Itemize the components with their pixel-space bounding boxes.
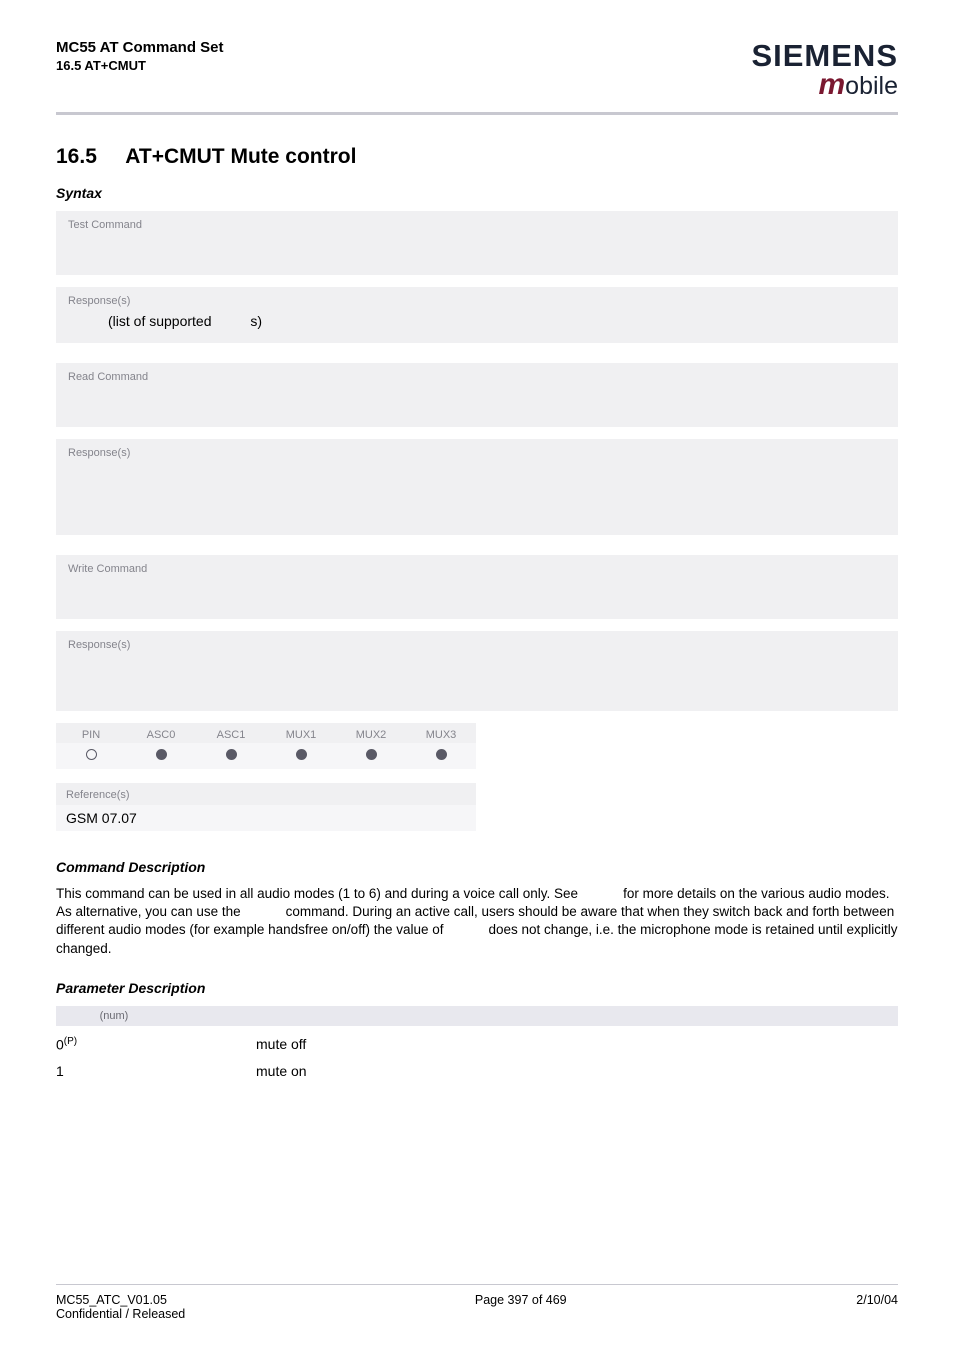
write-command-label: Write Command [68,563,886,575]
pin-header-row: PIN ASC0 ASC1 MUX1 MUX2 MUX3 [56,723,476,743]
footer-confidential: Confidential / Released [56,1307,185,1321]
doc-title: MC55 AT Command Set [56,38,224,58]
pin-val-mux1 [266,743,336,769]
header-left: MC55 AT Command Set 16.5 AT+CMUT [56,38,224,74]
pin-data-row [56,743,476,769]
pin-col-asc0: ASC0 [126,723,196,743]
pin-val-mux2 [336,743,406,769]
reference-box: Reference(s) GSM 07.07 [56,783,476,831]
pin-val-asc1 [196,743,266,769]
test-command-block: Test Command [56,211,898,275]
syntax-heading: Syntax [56,185,898,201]
param-type-box: (num) [56,1006,898,1026]
doc-subtitle: 16.5 AT+CMUT [56,58,224,75]
param-key-1: 1 [56,1063,256,1079]
write-command-block: Write Command [56,555,898,619]
read-response-block: Response(s) [56,439,898,535]
section-number: 16.5 [56,145,97,168]
command-description-text: This command can be used in all audio mo… [56,885,898,958]
section-heading: 16.5 AT+CMUT Mute control [56,145,898,169]
footer-doc-id: MC55_ATC_V01.05 [56,1293,185,1307]
pin-col-asc1: ASC1 [196,723,266,743]
pin-col-mux2: MUX2 [336,723,406,743]
filled-circle-icon [296,749,307,760]
page-footer: MC55_ATC_V01.05 Confidential / Released … [56,1284,898,1321]
footer-left: MC55_ATC_V01.05 Confidential / Released [56,1293,185,1321]
footer-date: 2/10/04 [856,1293,898,1321]
header-rule [56,112,898,115]
test-response-block: Response(s) (list of supported s) [56,287,898,343]
section-title-text: AT+CMUT Mute control [125,145,356,168]
filled-circle-icon [226,749,237,760]
test-response-body: (list of supported s) [68,313,886,329]
open-circle-icon [86,749,97,760]
filled-circle-icon [366,749,377,760]
brand-logo: SIEMENS mobile [751,38,898,102]
param-num: (num) [100,1010,129,1022]
param-row-0: 0(P) mute off [56,1036,898,1053]
pin-val-pin [56,743,126,769]
filled-circle-icon [156,749,167,760]
read-command-label: Read Command [68,371,886,383]
cmd-desc-a: This command can be used in all audio mo… [56,886,582,901]
read-response-label: Response(s) [68,447,886,459]
pin-col-mux3: MUX3 [406,723,476,743]
write-response-label: Response(s) [68,639,886,651]
test-response-text1: (list of supported [108,313,215,329]
command-description-heading: Command Description [56,859,898,875]
reference-label: Reference(s) [66,789,466,801]
test-response-label: Response(s) [68,295,886,307]
test-response-text2: s) [250,313,262,329]
param-row-1: 1 mute on [56,1063,898,1079]
mobile-logo-m: m [818,68,845,101]
param-key-0-sup: (P) [64,1036,77,1047]
footer-page-number: Page 397 of 469 [475,1293,567,1321]
filled-circle-icon [436,749,447,760]
param-val-1: mute on [256,1063,307,1079]
pin-col-pin: PIN [56,723,126,743]
param-val-0: mute off [256,1036,306,1053]
pin-val-asc0 [126,743,196,769]
param-key-0-val: 0 [56,1037,64,1053]
mobile-logo-rest: obile [845,72,898,100]
write-response-block: Response(s) [56,631,898,711]
page-header: MC55 AT Command Set 16.5 AT+CMUT SIEMENS… [56,38,898,102]
pin-val-mux3 [406,743,476,769]
read-command-block: Read Command [56,363,898,427]
pin-col-mux1: MUX1 [266,723,336,743]
parameter-description-heading: Parameter Description [56,980,898,996]
param-key-0: 0(P) [56,1036,256,1053]
test-command-label: Test Command [68,219,886,231]
reference-value: GSM 07.07 [56,805,476,831]
